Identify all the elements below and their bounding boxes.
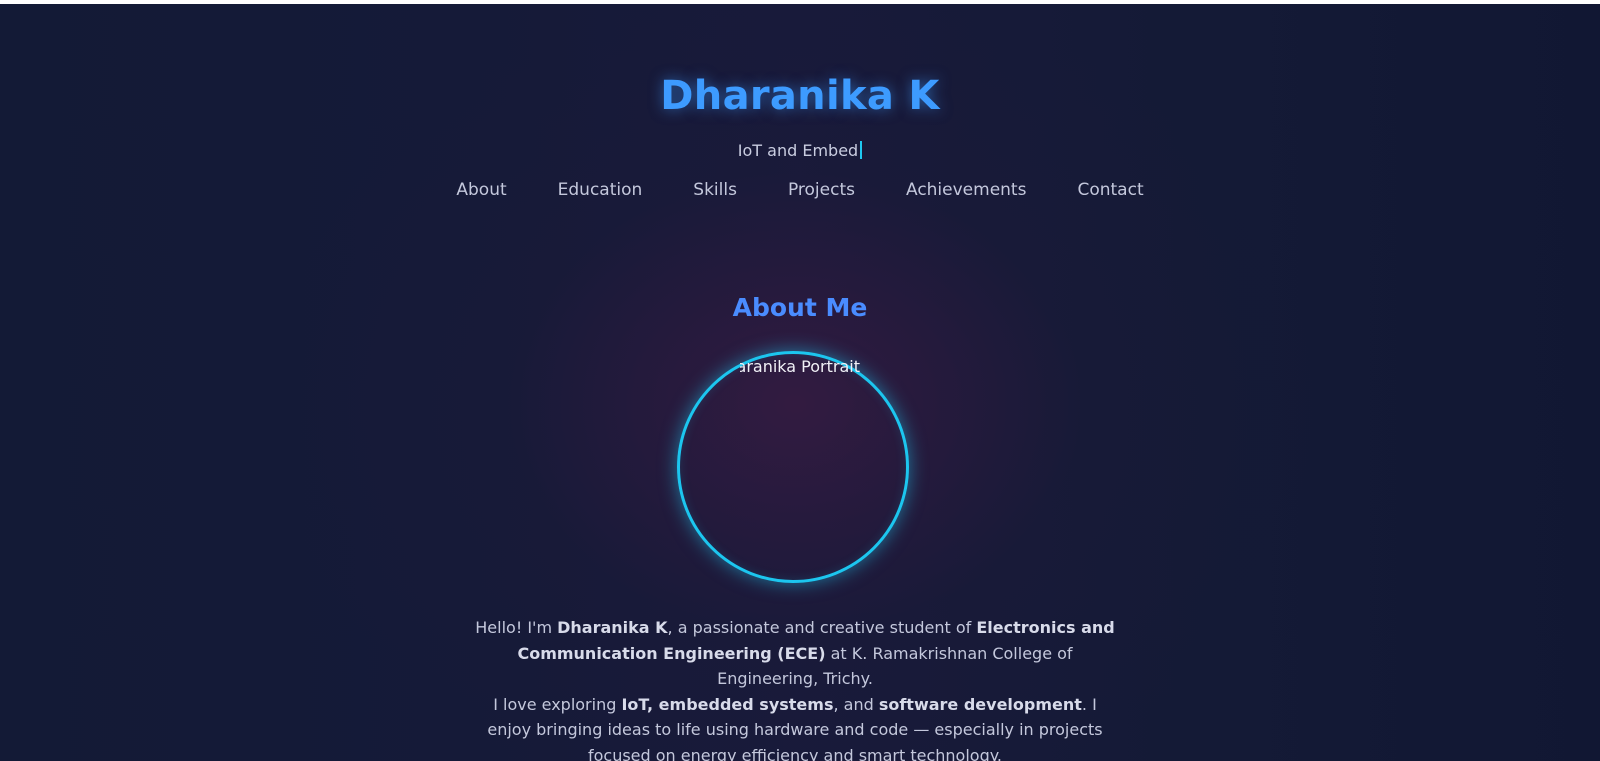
text-span: , a passionate and creative student of <box>667 618 977 637</box>
about-description: Hello! I'm Dharanika K, a passionate and… <box>470 615 1120 761</box>
main-nav: About Education Skills Projects Achievem… <box>0 178 1600 202</box>
site-title: Dharanika K <box>660 73 940 119</box>
nav-projects[interactable]: Projects <box>788 178 855 202</box>
nav-about[interactable]: About <box>456 178 506 202</box>
text-span: Hello! I'm <box>475 618 558 637</box>
topic-bold: software development <box>878 694 1082 714</box>
page-background: Dharanika K IoT and Embed About Educatio… <box>0 4 1600 761</box>
tagline-text: IoT and Embed <box>737 141 859 160</box>
about-paragraph-interests: I love exploring IoT, embedded systems, … <box>470 692 1120 761</box>
portrait-image <box>677 351 909 583</box>
about-paragraph-intro: Hello! I'm Dharanika K, a passionate and… <box>470 615 1120 692</box>
name-bold: Dharanika K <box>557 618 668 637</box>
nav-contact[interactable]: Contact <box>1077 178 1143 202</box>
typing-tagline: IoT and Embed <box>0 140 1600 162</box>
text-span: , and <box>833 694 879 714</box>
nav-education[interactable]: Education <box>558 178 643 202</box>
text-span: I love exploring <box>493 694 622 714</box>
about-heading: About Me <box>732 293 868 322</box>
nav-skills[interactable]: Skills <box>693 178 737 202</box>
nav-achievements[interactable]: Achievements <box>906 178 1026 202</box>
typing-caret <box>860 141 863 159</box>
topics-bold: IoT, embedded systems <box>621 694 834 714</box>
